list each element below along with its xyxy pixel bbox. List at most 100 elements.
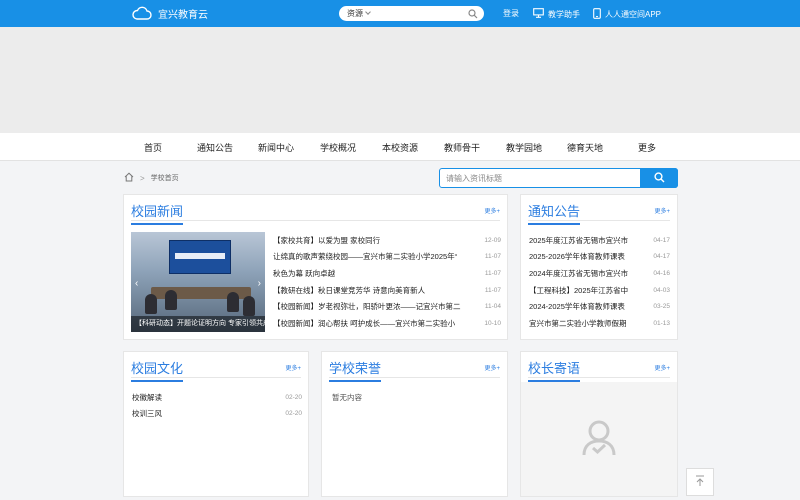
honors-header: 学校荣誉 更多+: [329, 358, 500, 382]
notices-card: 通知公告 更多+ 2025年度江苏省无锡市宜兴市 04-17 2025-2026学…: [520, 194, 678, 340]
honors-card: 学校荣誉 更多+ 暂无内容: [321, 351, 508, 497]
login-label: 登录: [503, 9, 519, 18]
list-item-title: 【校园新闻】岁老视弥壮，阳骄叶更浓——记宜兴市第二: [273, 302, 461, 312]
news-search: [439, 168, 678, 188]
list-item-title: 校徽解读: [132, 392, 162, 402]
list-item-title: 【教研在线】秋日课堂竞芳华 诗意向美育新人: [273, 285, 426, 295]
list-item-date: 11-04: [484, 303, 501, 311]
nav-item-more[interactable]: 更多: [638, 141, 656, 154]
notices-list: 2025年度江苏省无锡市宜兴市 04-17 2025-2026学年体育教师课表 04…: [529, 232, 670, 332]
cloud-icon: [132, 6, 152, 22]
principal-card: 校长寄语 更多+: [520, 351, 678, 497]
nav-item-news[interactable]: 新闻中心: [258, 141, 294, 154]
honors-title: 学校荣誉: [329, 358, 382, 382]
login-link[interactable]: 登录: [503, 8, 519, 19]
list-item[interactable]: 秋色为幕 跃向卓越 11-07: [273, 265, 501, 282]
list-item-date: 04-17: [653, 236, 670, 244]
user-check-icon: [581, 419, 617, 459]
nav-item-home[interactable]: 首页: [144, 141, 162, 154]
list-item[interactable]: 【工程科技】2025年江苏省中 04-03: [529, 282, 670, 299]
breadcrumb-separator: >: [140, 173, 145, 183]
brand[interactable]: 宜兴教育云: [132, 5, 208, 22]
global-search[interactable]: 资源: [339, 6, 484, 21]
list-item[interactable]: 【校园新闻】岁老视弥壮，阳骄叶更浓——记宜兴市第二 11-04: [273, 298, 501, 315]
monitor-icon: [533, 8, 544, 20]
campus-news-title: 校园新闻: [131, 201, 184, 225]
list-item[interactable]: 让绵真的歌声萦绕校园——宜兴市第二实验小学2025年“ 11-07: [273, 249, 501, 266]
home-icon[interactable]: [124, 172, 134, 184]
teaching-assistant-link[interactable]: 教学助手: [533, 8, 580, 20]
list-item-title: 【校园新闻】润心帮扶 呵护成长——宜兴市第二实验小: [273, 318, 456, 328]
search-scope-label: 资源: [347, 9, 363, 18]
banner: [0, 27, 800, 133]
list-item-title: 让绵真的歌声萦绕校园——宜兴市第二实验小学2025年“: [273, 252, 458, 262]
culture-title: 校园文化: [131, 358, 184, 382]
brand-name: 宜兴教育云: [158, 10, 208, 21]
principal-more-link[interactable]: 更多+: [654, 363, 670, 372]
nav-item-teachers[interactable]: 教师骨干: [444, 141, 480, 154]
list-item-date: 02-20: [285, 410, 302, 418]
principal-placeholder: [521, 382, 677, 496]
list-item-title: 2024年度江苏省无锡市宜兴市: [529, 268, 629, 278]
list-item[interactable]: 2025-2026学年体育教师课表 04-17: [529, 249, 670, 266]
notices-title: 通知公告: [528, 201, 581, 225]
list-item-date: 01-13: [653, 319, 670, 327]
culture-card: 校园文化 更多+ 校徽解读 02-20 校训三风 02-20: [123, 351, 309, 497]
arrow-up-icon: [694, 475, 706, 489]
list-item[interactable]: 宜兴市第二实验小学教师假期 01-13: [529, 315, 670, 332]
list-item-date: 11-07: [484, 269, 501, 277]
campus-news-list: 【家校共育】以爱为盟 家校同行 12-09 让绵真的歌声萦绕校园——宜兴市第二实验…: [273, 232, 501, 332]
chevron-down-icon: [365, 9, 371, 15]
carousel-prev-icon[interactable]: ‹: [135, 278, 138, 289]
news-photo-screen: [169, 240, 231, 274]
news-search-button[interactable]: [640, 168, 678, 188]
list-item-title: 宜兴市第二实验小学教师假期: [529, 318, 627, 328]
list-item-date: 10-10: [484, 319, 501, 327]
notices-more-link[interactable]: 更多+: [654, 206, 670, 215]
list-item[interactable]: 【校园新闻】润心帮扶 呵护成长——宜兴市第二实验小 10-10: [273, 315, 501, 332]
nav-item-overview[interactable]: 学校概况: [320, 141, 356, 154]
culture-header: 校园文化 更多+: [131, 358, 301, 382]
search-icon: [653, 171, 665, 185]
campus-news-header: 校园新闻 更多+: [131, 201, 500, 225]
teaching-assistant-label: 教学助手: [548, 9, 580, 19]
list-item-title: 2024-2025学年体育教师课表: [529, 302, 625, 312]
app-label: 人人通空间APP: [605, 10, 662, 19]
notices-header: 通知公告 更多+: [528, 201, 670, 225]
list-item[interactable]: 校训三风 02-20: [132, 406, 302, 423]
principal-header: 校长寄语 更多+: [528, 358, 670, 382]
list-item-date: 03-25: [653, 303, 670, 311]
list-item-date: 04-16: [653, 269, 670, 277]
list-item[interactable]: 【教研在线】秋日课堂竞芳华 诗意向美育新人 11-07: [273, 282, 501, 299]
nav-item-moral[interactable]: 德育天地: [567, 141, 603, 154]
nav-item-teaching[interactable]: 教学园地: [506, 141, 542, 154]
list-item-date: 11-07: [484, 253, 501, 261]
honors-more-link[interactable]: 更多+: [484, 363, 500, 372]
search-icon[interactable]: [468, 9, 478, 21]
app-link[interactable]: 人人通空间APP: [593, 8, 661, 21]
carousel-next-icon[interactable]: ›: [258, 278, 261, 289]
list-item-date: 12-09: [484, 236, 501, 244]
list-item-date: 04-17: [653, 253, 670, 261]
list-item[interactable]: 2024年度江苏省无锡市宜兴市 04-16: [529, 265, 670, 282]
nav-item-notices[interactable]: 通知公告: [197, 141, 233, 154]
news-search-input[interactable]: [446, 172, 636, 184]
campus-news-more-link[interactable]: 更多+: [484, 206, 500, 215]
campus-news-card: 校园新闻 更多+ ‹ › 【科研动态】开题论证明方向 专家引领共成 【家校共育】…: [123, 194, 508, 340]
news-photo-caption[interactable]: 【科研动态】开题论证明方向 专家引领共成: [131, 316, 265, 332]
news-photo-carousel[interactable]: ‹ › 【科研动态】开题论证明方向 专家引领共成: [131, 232, 265, 332]
list-item-title: 校训三风: [132, 409, 162, 419]
phone-icon: [593, 8, 601, 21]
list-item[interactable]: 校徽解读 02-20: [132, 389, 302, 406]
nav-item-resources[interactable]: 本校资源: [382, 141, 418, 154]
culture-more-link[interactable]: 更多+: [285, 363, 301, 372]
list-item[interactable]: 2024-2025学年体育教师课表 03-25: [529, 298, 670, 315]
culture-list: 校徽解读 02-20 校训三风 02-20: [132, 389, 302, 422]
breadcrumb: > 学校首页: [124, 172, 179, 184]
back-to-top-button[interactable]: [686, 468, 714, 496]
list-item[interactable]: 【家校共育】以爱为盟 家校同行 12-09: [273, 232, 501, 249]
list-item[interactable]: 2025年度江苏省无锡市宜兴市 04-17: [529, 232, 670, 249]
breadcrumb-current[interactable]: 学校首页: [151, 173, 179, 183]
search-scope-select[interactable]: 资源: [347, 8, 371, 19]
list-item-title: 【工程科技】2025年江苏省中: [529, 285, 629, 295]
